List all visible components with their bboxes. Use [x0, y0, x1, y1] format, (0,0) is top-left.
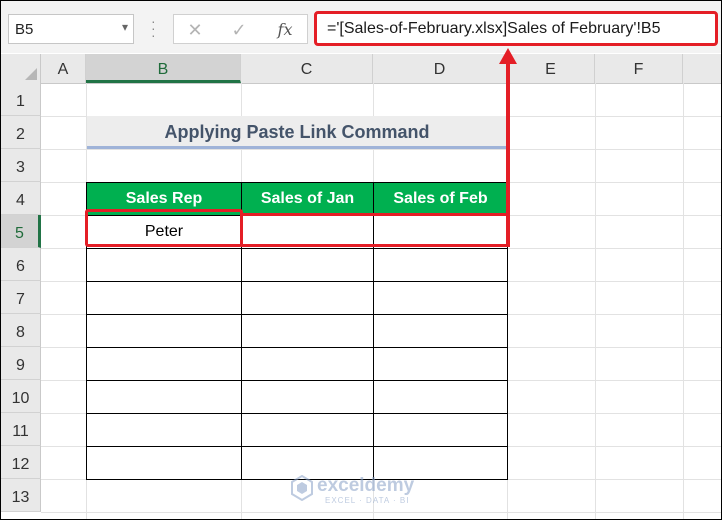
column-header-b[interactable]: B	[86, 54, 241, 83]
cell-d7[interactable]	[373, 281, 508, 315]
cell-d9[interactable]	[373, 347, 508, 381]
header-sales-jan[interactable]: Sales of Jan	[241, 182, 374, 216]
gridline	[41, 149, 721, 150]
insert-function-icon[interactable]: fx	[270, 17, 300, 43]
annotation-arrow-line	[506, 61, 510, 247]
row-header-6[interactable]: 6	[1, 248, 41, 281]
row-header-3[interactable]: 3	[1, 149, 41, 182]
cell-d11[interactable]	[373, 413, 508, 447]
row-header-10[interactable]: 10	[1, 380, 41, 413]
cell-b12[interactable]	[86, 446, 242, 480]
table-row	[86, 380, 508, 414]
header-sales-feb[interactable]: Sales of Feb	[373, 182, 508, 216]
cell-c9[interactable]	[241, 347, 374, 381]
cell-c11[interactable]	[241, 413, 374, 447]
cell-c7[interactable]	[241, 281, 374, 315]
column-header-c[interactable]: C	[241, 54, 373, 83]
cell-d10[interactable]	[373, 380, 508, 414]
highlight-selected-cell	[85, 209, 243, 247]
name-box[interactable]: B5 ▾	[8, 14, 134, 44]
cell-d8[interactable]	[373, 314, 508, 348]
drag-handle-icon[interactable]: · · ·	[151, 14, 156, 42]
cell-c10[interactable]	[241, 380, 374, 414]
cell-d6[interactable]	[373, 248, 508, 282]
row-header-8[interactable]: 8	[1, 314, 41, 347]
column-header-d[interactable]: D	[373, 54, 507, 83]
name-box-value: B5	[15, 21, 34, 38]
row-header-4[interactable]: 4	[1, 182, 41, 215]
row-header-13[interactable]: 13	[1, 479, 41, 512]
column-header-f[interactable]: F	[595, 54, 683, 83]
enter-icon[interactable]: ✓	[224, 17, 254, 43]
table-row	[86, 248, 508, 282]
row-header-11[interactable]: 11	[1, 413, 41, 446]
table-row	[86, 281, 508, 315]
row-header-9[interactable]: 9	[1, 347, 41, 380]
formula-buttons: ✕ ✓ fx	[173, 14, 308, 44]
arrow-up-icon	[499, 48, 517, 64]
cell-b11[interactable]	[86, 413, 242, 447]
watermark-name: exceldemy	[317, 475, 415, 496]
row-header-5[interactable]: 5	[1, 215, 41, 248]
cell-b6[interactable]	[86, 248, 242, 282]
table-row	[86, 413, 508, 447]
formula-input[interactable]: ='[Sales-of-February.xlsx]Sales of Febru…	[314, 11, 718, 46]
cell-b10[interactable]	[86, 380, 242, 414]
cancel-icon[interactable]: ✕	[180, 17, 210, 43]
sheet-title[interactable]: Applying Paste Link Command	[87, 116, 507, 149]
column-header-e[interactable]: E	[507, 54, 595, 83]
select-all-button[interactable]	[1, 54, 41, 83]
formula-bar: B5 ▾ · · · ✕ ✓ fx ='[Sales-of-February.xls…	[1, 1, 721, 53]
row-header-2[interactable]: 2	[1, 116, 41, 149]
row-header-7[interactable]: 7	[1, 281, 41, 314]
cell-b7[interactable]	[86, 281, 242, 315]
row-header-1[interactable]: 1	[1, 83, 41, 116]
cell-b9[interactable]	[86, 347, 242, 381]
excel-window: B5 ▾ · · · ✕ ✓ fx ='[Sales-of-February.xls…	[0, 0, 722, 520]
table-row	[86, 347, 508, 381]
cell-c8[interactable]	[241, 314, 374, 348]
chevron-down-icon[interactable]: ▾	[122, 20, 128, 34]
row-header-12[interactable]: 12	[1, 446, 41, 479]
watermark: exceldemy EXCEL · DATA · BI	[291, 474, 414, 506]
table-row	[86, 314, 508, 348]
gridline	[41, 512, 721, 513]
column-header-a[interactable]: A	[41, 54, 86, 83]
watermark-tagline: EXCEL · DATA · BI	[325, 496, 410, 505]
cell-b8[interactable]	[86, 314, 242, 348]
highlight-row-connector	[241, 213, 510, 247]
exceldemy-logo-icon	[291, 474, 313, 502]
formula-text: ='[Sales-of-February.xlsx]Sales of Febru…	[327, 20, 661, 37]
cell-c6[interactable]	[241, 248, 374, 282]
